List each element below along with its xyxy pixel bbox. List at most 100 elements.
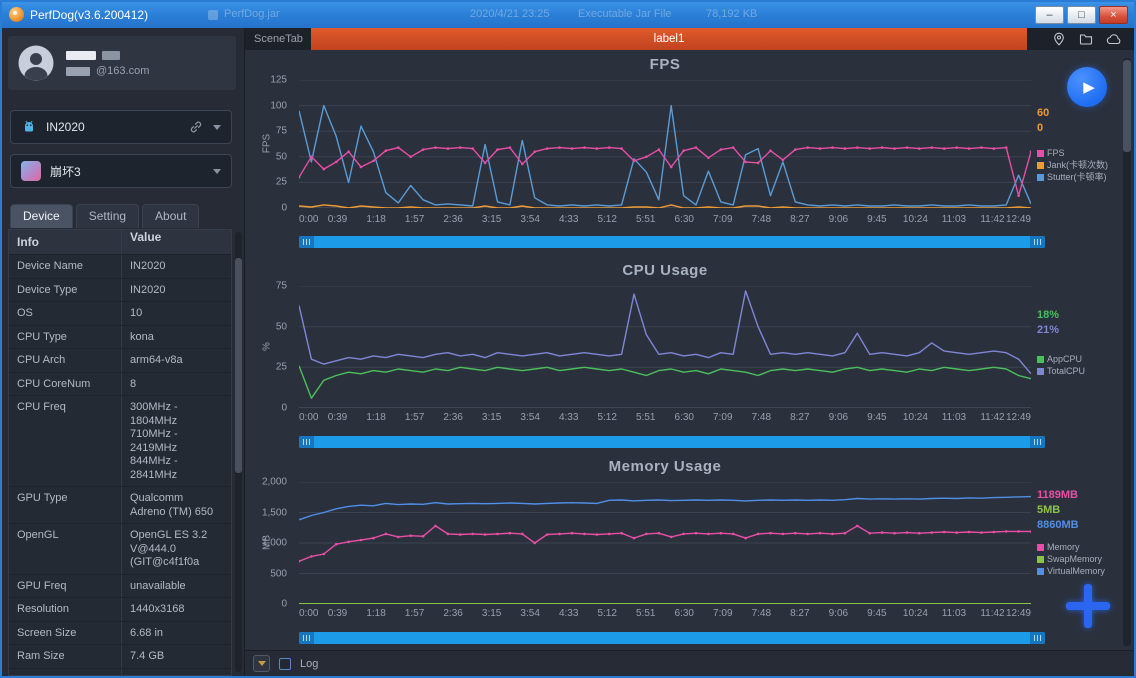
row-value: 300MHz - 1804MHz 710MHz - 2419MHz 844MHz… — [121, 396, 231, 486]
scrollbar-left-cap[interactable] — [299, 436, 314, 448]
info-column-header: Info — [17, 235, 39, 249]
info-table-body: Device Name IN2020 Device Type IN2020 OS 10 CP… — [9, 254, 231, 675]
table-row[interactable]: GPU Freq unavailable — [9, 573, 231, 597]
table-row[interactable]: Device Name IN2020 — [9, 254, 231, 278]
y-axis-ticks: 0 500 1,000 1,500 2,000 — [261, 476, 287, 610]
table-row[interactable]: Screen Size 6.68 in — [9, 620, 231, 644]
device-select[interactable]: IN2020 — [10, 110, 232, 144]
plot-area — [299, 482, 1031, 604]
redacted-name — [66, 66, 90, 76]
table-row[interactable]: LMK Threshold216MB — [9, 667, 231, 675]
sidebar-tabs: Device Setting About — [10, 204, 202, 228]
sidebar-scrollbar[interactable] — [235, 232, 242, 672]
triangle-down-icon — [257, 661, 266, 666]
wireless-link-icon[interactable] — [189, 120, 203, 134]
row-value: IN2020 — [121, 255, 231, 278]
scrollbar-right-cap[interactable] — [1030, 236, 1045, 248]
row-label: CPU Arch — [17, 354, 66, 366]
chart-title: CPU Usage — [622, 262, 708, 279]
table-row[interactable]: OS 10 — [9, 301, 231, 325]
current-value: 8860MB — [1037, 519, 1079, 531]
row-label: OpenGL — [17, 529, 59, 541]
maximize-button[interactable]: □ — [1067, 6, 1096, 24]
log-checkbox[interactable] — [279, 657, 291, 670]
location-pin-icon[interactable] — [1052, 32, 1066, 46]
current-value: 60 — [1037, 107, 1050, 119]
table-row[interactable]: CPU CoreNum 8 — [9, 371, 231, 395]
scrollbar-thumb[interactable] — [235, 258, 242, 473]
table-row[interactable]: CPU Arch arm64-v8a — [9, 348, 231, 372]
legend-swatch — [1037, 355, 1044, 363]
cloud-icon[interactable] — [1106, 33, 1122, 45]
legend-item: Stutter(卡顿率) — [1037, 172, 1108, 182]
scene-tab-bar: SceneTab label1 — [245, 28, 1134, 50]
folder-icon[interactable] — [1079, 32, 1093, 46]
scrollbar-right-cap[interactable] — [1030, 436, 1045, 448]
tab-about[interactable]: About — [142, 204, 200, 228]
row-value: 7.4 GB — [121, 645, 231, 668]
chevron-down-icon — [213, 124, 221, 130]
row-value: 10 — [121, 302, 231, 325]
scene-tab-label1[interactable]: label1 — [311, 28, 1027, 50]
user-email: @163.com — [96, 65, 150, 77]
memory-chart: Memory Usage MB 0 500 1,000 1,500 2,000 1189… — [245, 456, 1134, 652]
chart-scrollbar[interactable] — [299, 236, 1045, 248]
sidebar: @163.com IN2020 崩坏3 Device Setting About I… — [2, 28, 244, 676]
fps-chart: FPS FPS 0 25 50 75 100 125 60 0 FPS Jank(卡顿次数) S… — [245, 54, 1134, 260]
title-bar[interactable]: PerfDog(v3.6.200412) PerfDog.jar 2020/4/… — [2, 2, 1134, 28]
app-select-value: 崩坏3 — [50, 164, 81, 179]
table-row[interactable]: Ram Size 7.4 GB — [9, 644, 231, 668]
legend-swatch — [1037, 149, 1044, 157]
legend-swatch — [1037, 367, 1044, 375]
background-file-type: Executable Jar File — [578, 8, 672, 20]
redacted-name — [102, 50, 120, 60]
scene-toolbar — [1052, 28, 1122, 50]
cpu-chart: CPU Usage % 0 25 50 75 18% 21% AppCPU TotalCP… — [245, 260, 1134, 456]
row-label: Ram Size — [17, 650, 65, 662]
legend-swatch — [1037, 555, 1044, 563]
minimize-button[interactable]: – — [1035, 6, 1064, 24]
scrollbar-left-cap[interactable] — [299, 632, 314, 644]
table-row[interactable]: OpenGL OpenGL ES 3.2 V@444.0 (GIT@c4f1f0a — [9, 523, 231, 574]
scene-tab-label: SceneTab — [254, 33, 303, 45]
scrollbar-left-cap[interactable] — [299, 236, 314, 248]
play-button[interactable]: ▶ — [1067, 67, 1107, 107]
close-button[interactable]: × — [1099, 6, 1128, 24]
user-info: @163.com — [66, 46, 149, 80]
table-row[interactable]: Resolution 1440x3168 — [9, 597, 231, 621]
app-icon — [21, 161, 41, 181]
row-label: CPU Freq — [17, 401, 66, 413]
collapse-button[interactable] — [253, 655, 270, 672]
perfdog-logo-icon — [9, 7, 24, 22]
tab-device[interactable]: Device — [10, 204, 73, 228]
scrollbar-thumb[interactable] — [1123, 60, 1131, 152]
scrollbar-right-cap[interactable] — [1030, 632, 1045, 644]
legend-swatch — [1037, 173, 1044, 181]
row-value: IN2020 — [121, 278, 231, 301]
row-value: 1440x3168 — [121, 598, 231, 621]
user-card[interactable]: @163.com — [8, 36, 236, 90]
row-label: Device Name — [17, 260, 84, 272]
y-axis-ticks: 0 25 50 75 100 125 — [270, 74, 287, 214]
row-value: Qualcomm Adreno (TM) 650 — [121, 487, 231, 523]
chart-scrollbar[interactable] — [299, 632, 1045, 644]
tab-setting[interactable]: Setting — [75, 204, 140, 228]
vertical-scrollbar[interactable] — [1123, 58, 1131, 646]
current-value: 21% — [1037, 324, 1060, 336]
add-chart-button[interactable] — [1066, 584, 1110, 628]
chart-scrollbar[interactable] — [299, 436, 1045, 448]
row-label: Screen Size — [17, 626, 77, 639]
table-row[interactable]: CPU Type kona — [9, 324, 231, 348]
current-values: 18% 21% — [1037, 308, 1059, 338]
table-row[interactable]: GPU Type Qualcomm Adreno (TM) 650 — [9, 486, 231, 523]
info-table: Info Value Device Name IN2020 Device Type I… — [8, 229, 232, 676]
user-avatar-icon — [18, 45, 54, 81]
chevron-down-icon — [213, 168, 221, 174]
x-axis-ticks: 0:00 0:39 1:18 1:57 2:36 3:15 3:54 4:33 5:12 5:51… — [299, 608, 1031, 619]
app-select[interactable]: 崩坏3 — [10, 154, 232, 188]
legend-swatch — [1037, 161, 1044, 169]
table-row[interactable]: Device Type IN2020 — [9, 277, 231, 301]
chart-legend: AppCPU TotalCPU — [1037, 354, 1085, 376]
table-row[interactable]: CPU Freq 300MHz - 1804MHz 710MHz - 2419MH… — [9, 395, 231, 486]
current-value: 18% — [1037, 309, 1060, 321]
